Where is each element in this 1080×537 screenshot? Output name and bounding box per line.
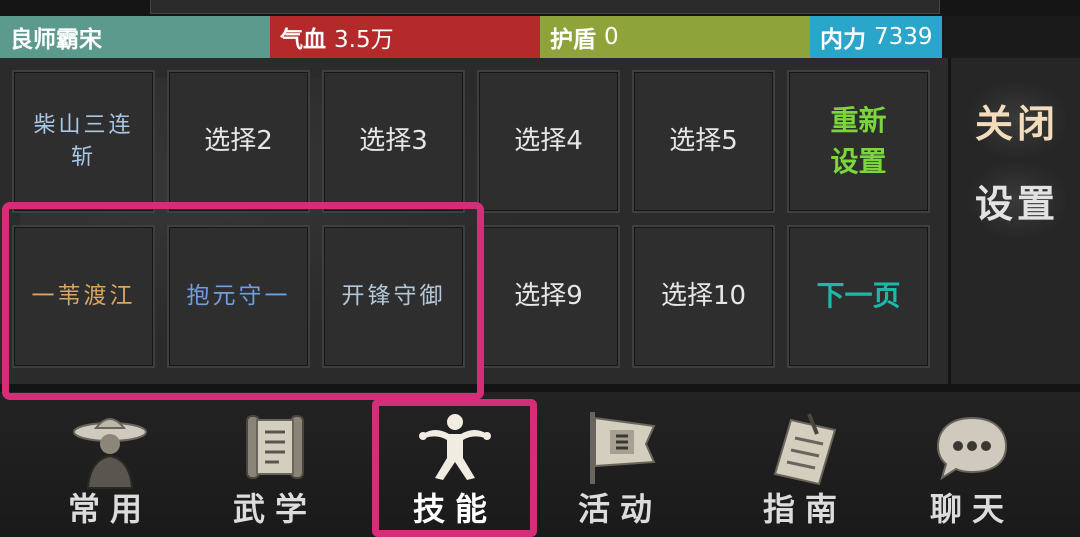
reset-label: 重新设置 bbox=[830, 103, 887, 178]
skill-slot-label: 一苇渡江 bbox=[31, 282, 136, 309]
settings-label: 设置 bbox=[974, 180, 1059, 226]
top-sliver-frame bbox=[150, 0, 940, 14]
nav-tab-events[interactable]: 活动 bbox=[540, 392, 700, 537]
next-page-label: 下一页 bbox=[816, 279, 901, 313]
skill-slot-label: 选择9 bbox=[514, 280, 583, 311]
skill-grid: 柴山三连斩 选择2 选择3 选择4 选择5 重新设置 一苇渡江 抱元守一 开锋守… bbox=[12, 70, 930, 368]
chat-bubble-icon bbox=[936, 416, 1008, 481]
skill-slot-11[interactable]: 选择10 bbox=[632, 225, 775, 368]
skill-slot-label: 选择10 bbox=[660, 280, 747, 311]
side-panel: 关闭 设置 bbox=[948, 58, 1080, 384]
reset-button[interactable]: 重新设置 bbox=[787, 70, 930, 213]
close-label: 关闭 bbox=[974, 100, 1059, 146]
skill-slot-label: 选择5 bbox=[669, 125, 738, 156]
nav-divider bbox=[0, 384, 1080, 392]
player-name: 良师霸宋 bbox=[10, 27, 102, 53]
hp-bar: 气血 3.5万 bbox=[270, 16, 540, 58]
hat-figure-icon bbox=[73, 418, 147, 489]
skill-slot-label: 开锋守御 bbox=[341, 282, 446, 309]
skill-slot-label: 柴山三连斩 bbox=[33, 112, 134, 170]
scroll-icon bbox=[246, 415, 304, 479]
status-bar: 良师霸宋 气血 3.5万 护盾 0 内力 7339 bbox=[0, 16, 1080, 58]
skill-slot-3[interactable]: 选择3 bbox=[322, 70, 465, 213]
nav-tab-skills[interactable]: 技能 bbox=[375, 392, 535, 537]
skill-slot-label: 选择4 bbox=[514, 125, 583, 156]
guide-book-icon bbox=[773, 413, 837, 486]
settings-button[interactable]: 设置 bbox=[965, 160, 1069, 240]
mp-value: 7339 bbox=[874, 24, 933, 50]
nav-label: 常用 bbox=[67, 490, 152, 528]
skill-slot-label: 抱元守一 bbox=[186, 282, 291, 309]
next-page-button[interactable]: 下一页 bbox=[787, 225, 930, 368]
bottom-nav: 常用 武学 技能 活动 指南 聊天 bbox=[0, 392, 1080, 537]
mp-bar: 内力 7339 bbox=[810, 16, 942, 58]
hp-label: 气血 bbox=[280, 27, 326, 53]
shield-value: 0 bbox=[604, 24, 619, 50]
nav-label: 技能 bbox=[412, 490, 497, 528]
skill-slot-label: 选择3 bbox=[359, 125, 428, 156]
shield-bar: 护盾 0 bbox=[540, 16, 810, 58]
skill-slot-7[interactable]: 一苇渡江 bbox=[12, 225, 155, 368]
nav-label: 武学 bbox=[232, 490, 317, 528]
martial-pose-icon bbox=[419, 414, 491, 480]
nav-tab-guide[interactable]: 指南 bbox=[725, 392, 885, 537]
skill-panel: 柴山三连斩 选择2 选择3 选择4 选择5 重新设置 一苇渡江 抱元守一 开锋守… bbox=[0, 58, 948, 384]
top-sliver bbox=[0, 0, 1080, 16]
nav-label: 活动 bbox=[577, 490, 662, 528]
skill-slot-1[interactable]: 柴山三连斩 bbox=[12, 70, 155, 213]
nav-tab-chat[interactable]: 聊天 bbox=[892, 392, 1052, 537]
skill-slot-2[interactable]: 选择2 bbox=[167, 70, 310, 213]
mp-label: 内力 bbox=[820, 27, 866, 53]
status-bar-filler bbox=[942, 16, 1080, 58]
skill-slot-label: 选择2 bbox=[204, 125, 273, 156]
skill-slot-4[interactable]: 选择4 bbox=[477, 70, 620, 213]
nav-tab-martial[interactable]: 武学 bbox=[195, 392, 355, 537]
hp-value: 3.5万 bbox=[334, 27, 394, 53]
skill-slot-8[interactable]: 抱元守一 bbox=[167, 225, 310, 368]
nav-tab-common[interactable]: 常用 bbox=[30, 392, 190, 537]
skill-slot-9[interactable]: 开锋守御 bbox=[322, 225, 465, 368]
skill-slot-10[interactable]: 选择9 bbox=[477, 225, 620, 368]
player-name-bar: 良师霸宋 bbox=[0, 16, 270, 58]
skill-slot-5[interactable]: 选择5 bbox=[632, 70, 775, 213]
flag-banner-icon bbox=[590, 412, 656, 484]
nav-label: 指南 bbox=[762, 490, 847, 528]
close-button[interactable]: 关闭 bbox=[965, 80, 1069, 160]
shield-label: 护盾 bbox=[550, 27, 596, 53]
nav-label: 聊天 bbox=[929, 490, 1014, 528]
